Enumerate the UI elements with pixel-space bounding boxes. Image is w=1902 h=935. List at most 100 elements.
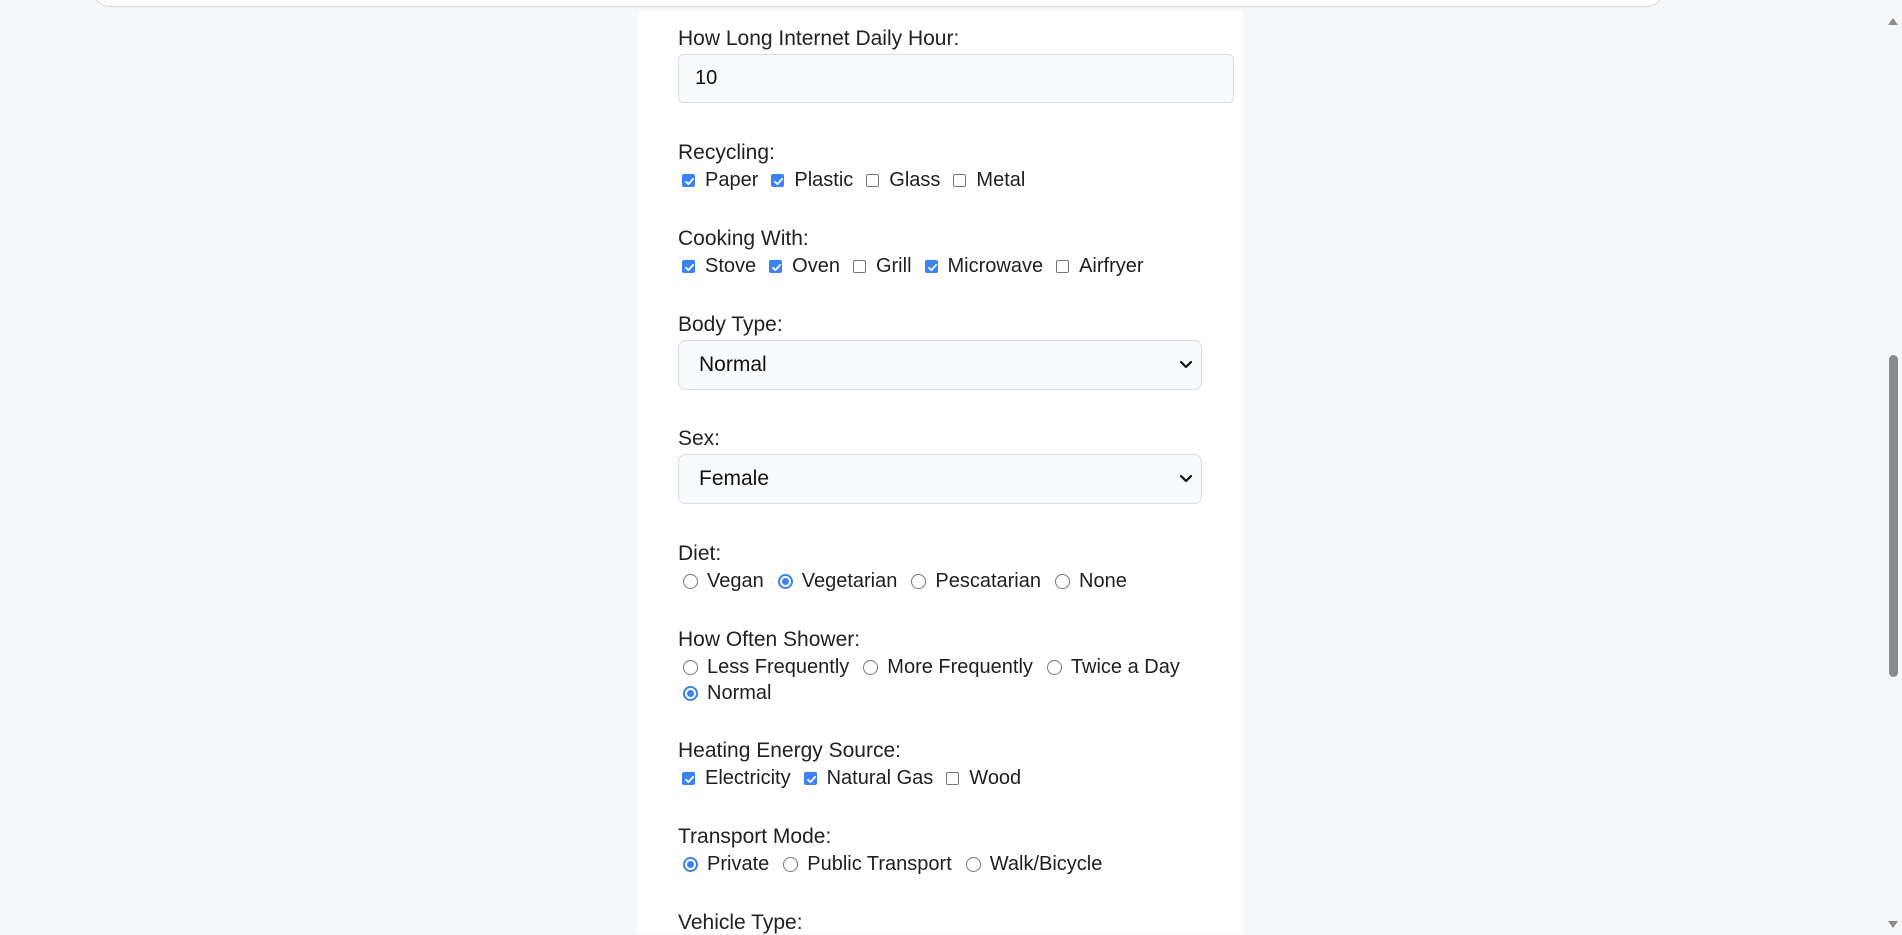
recycling-checkbox-paper[interactable] [682, 173, 695, 187]
shower-radio-less-frequently[interactable] [683, 659, 698, 675]
recycling-checkbox-glass[interactable] [866, 173, 880, 187]
internet-hours-input[interactable]: 10 [678, 54, 1234, 103]
diet-option-vegetarian[interactable]: Vegetarian [773, 568, 907, 594]
recycling-option-plastic[interactable]: Plastic [767, 167, 862, 193]
transport-option-label: Public Transport [807, 853, 952, 875]
sex-group: Sex: Female [678, 427, 1238, 504]
internet-hours-label: How Long Internet Daily Hour: [678, 27, 960, 50]
cooking-option-label: Grill [875, 255, 912, 277]
body-type-select[interactable]: Normal [678, 340, 1202, 390]
transport-radio-public-transport[interactable] [783, 856, 799, 872]
heating-label: Heating Energy Source: [678, 739, 901, 762]
page-scrollbar[interactable] [1884, 12, 1902, 934]
recycling-option-glass[interactable]: Glass [862, 167, 949, 193]
shower-option-label: More Frequently [887, 656, 1033, 678]
recycling-label: Recycling: [678, 141, 775, 164]
diet-radio-vegan[interactable] [683, 573, 698, 589]
diet-radio-pescatarian[interactable] [911, 573, 927, 589]
heating-option-natural-gas[interactable]: Natural Gas [800, 765, 943, 791]
cooking-option-stove[interactable]: Stove [678, 253, 765, 279]
checkmark-icon [685, 177, 695, 185]
heating-checkbox-wood[interactable] [946, 771, 960, 785]
scroll-up-arrow-icon[interactable] [1888, 18, 1898, 25]
diet-options: Vegan Vegetarian Pescatarian None [678, 568, 1238, 594]
sex-select[interactable]: Female [678, 454, 1202, 504]
transport-radio-private[interactable] [683, 856, 698, 872]
checkmark-icon [685, 263, 695, 271]
recycling-option-metal[interactable]: Metal [949, 167, 1034, 193]
transport-option-public-transport[interactable]: Public Transport [778, 851, 961, 877]
cooking-option-microwave[interactable]: Microwave [921, 253, 1053, 279]
checkmark-icon [927, 263, 937, 271]
shower-option-normal[interactable]: Normal [678, 680, 780, 706]
transport-option-walk-bicycle[interactable]: Walk/Bicycle [961, 851, 1112, 877]
shower-option-twice-a-day[interactable]: Twice a Day [1042, 654, 1189, 680]
checkmark-icon [685, 775, 695, 783]
heating-checkbox-natural-gas[interactable] [803, 771, 817, 785]
transport-group: Transport Mode: Private Public Transport W… [678, 825, 1238, 875]
diet-option-label: None [1079, 570, 1127, 592]
body-type-selected: Normal [699, 353, 767, 376]
diet-label: Diet: [678, 542, 722, 565]
cooking-option-airfryer[interactable]: Airfryer [1052, 253, 1152, 279]
cooking-option-label: Airfryer [1079, 255, 1144, 277]
recycling-options: Paper Plastic Glass Metal [678, 167, 1238, 193]
cooking-checkbox-grill[interactable] [852, 259, 866, 273]
recycling-option-label: Glass [889, 169, 941, 191]
address-bar[interactable] [92, 0, 1664, 7]
cooking-group: Cooking With: Stove Oven Grill Microwave Air… [678, 227, 1238, 277]
transport-options: Private Public Transport Walk/Bicycle [678, 851, 1238, 877]
heating-option-label: Wood [969, 767, 1022, 789]
heating-options: Electricity Natural Gas Wood [678, 765, 1238, 791]
diet-radio-none[interactable] [1055, 573, 1070, 589]
diet-option-none[interactable]: None [1050, 568, 1136, 594]
recycling-checkbox-plastic[interactable] [771, 173, 785, 187]
scrollbar-thumb[interactable] [1889, 355, 1898, 677]
transport-option-label: Walk/Bicycle [989, 853, 1103, 875]
shower-radio-normal[interactable] [683, 685, 698, 701]
cooking-label: Cooking With: [678, 227, 809, 250]
transport-option-label: Private [707, 853, 770, 875]
shower-option-more-frequently[interactable]: More Frequently [858, 654, 1042, 680]
vehicle-label: Vehicle Type: [678, 911, 803, 934]
checkmark-icon [772, 263, 782, 271]
sex-selected: Female [699, 467, 770, 490]
checkmark-icon [774, 177, 784, 185]
scroll-down-arrow-icon[interactable] [1888, 921, 1898, 928]
heating-checkbox-electricity[interactable] [682, 771, 695, 785]
cooking-checkbox-microwave[interactable] [924, 259, 938, 273]
diet-option-vegan[interactable]: Vegan [678, 568, 773, 594]
cooking-option-grill[interactable]: Grill [849, 253, 921, 279]
cooking-option-label: Stove [705, 255, 757, 277]
shower-option-label: Normal [707, 682, 772, 704]
recycling-option-label: Paper [705, 169, 759, 191]
diet-radio-vegetarian[interactable] [777, 573, 793, 589]
shower-radio-twice-a-day[interactable] [1046, 659, 1062, 675]
diet-option-label: Pescatarian [935, 570, 1041, 592]
heating-option-label: Electricity [705, 767, 791, 789]
recycling-option-label: Metal [976, 169, 1026, 191]
diet-group: Diet: Vegan Vegetarian Pescatarian None [678, 542, 1238, 592]
transport-option-private[interactable]: Private [678, 851, 778, 877]
vehicle-group: Vehicle Type: [678, 911, 1238, 935]
cooking-option-oven[interactable]: Oven [765, 253, 849, 279]
recycling-checkbox-metal[interactable] [953, 173, 967, 187]
transport-radio-walk-bicycle[interactable] [965, 856, 981, 872]
diet-option-label: Vegetarian [801, 570, 898, 592]
diet-option-label: Vegan [707, 570, 764, 592]
heating-option-wood[interactable]: Wood [942, 765, 1030, 791]
heating-option-electricity[interactable]: Electricity [678, 765, 800, 791]
form-card: How Long Internet Daily Hour: 10 Recycli… [638, 11, 1243, 934]
shower-radio-more-frequently[interactable] [863, 659, 879, 675]
recycling-option-paper[interactable]: Paper [678, 167, 767, 193]
cooking-checkbox-airfryer[interactable] [1056, 259, 1070, 273]
cooking-checkbox-oven[interactable] [769, 259, 783, 273]
shower-option-less-frequently[interactable]: Less Frequently [678, 654, 858, 680]
shower-option-label: Twice a Day [1070, 656, 1180, 678]
recycling-option-label: Plastic [794, 169, 854, 191]
diet-option-pescatarian[interactable]: Pescatarian [906, 568, 1050, 594]
recycling-group: Recycling: Paper Plastic Glass Metal [678, 141, 1238, 191]
cooking-checkbox-stove[interactable] [682, 259, 695, 273]
internet-hours-group: How Long Internet Daily Hour: 10 [678, 27, 1238, 103]
cooking-options: Stove Oven Grill Microwave Airfryer [678, 253, 1238, 279]
